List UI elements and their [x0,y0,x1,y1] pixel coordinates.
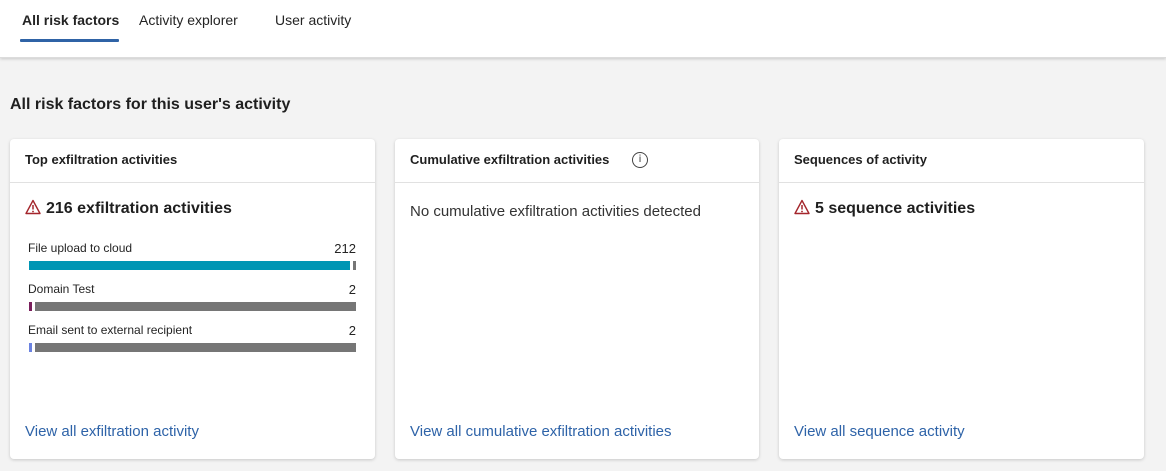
empty-state-message: No cumulative exfiltration activities de… [410,203,701,220]
bar-track [29,302,356,311]
sequence-count-headline: 5 sequence activities [815,200,976,217]
exfiltration-bar-row: File upload to cloud 212 [28,241,356,275]
tab-bar: All risk factors Activity explorer User … [0,0,1166,58]
card-header: Cumulative exfiltration activities i [395,139,759,183]
bar-label: Domain Test [28,282,95,296]
bar-track [29,261,356,270]
tab-all-risk-factors[interactable]: All risk factors [22,12,119,42]
card-title: Top exfiltration activities [25,152,178,167]
view-all-exfiltration-link[interactable]: View all exfiltration activity [25,423,199,440]
section-title: All risk factors for this user's activit… [10,96,291,113]
bar-separator [32,343,35,352]
bar-value: 2 [348,282,356,297]
card-title: Sequences of activity [794,152,927,167]
tab-activity-explorer[interactable]: Activity explorer [139,12,238,42]
card-header: Top exfiltration activities [10,139,375,183]
active-tab-indicator [20,39,119,42]
bar-separator [32,302,35,311]
bar-track [29,343,356,352]
card-header: Sequences of activity [779,139,1144,183]
view-all-sequence-link[interactable]: View all sequence activity [794,423,965,440]
bar-label: File upload to cloud [28,241,133,255]
bar-value: 212 [334,241,356,256]
card-top-exfiltration: Top exfiltration activities 216 exfiltra… [10,139,375,459]
bar-value: 2 [348,323,356,338]
card-title: Cumulative exfiltration activities [410,152,610,167]
card-cumulative-exfiltration: Cumulative exfiltration activities i No … [395,139,759,459]
exfiltration-count-headline: 216 exfiltration activities [46,200,232,217]
warning-icon [794,199,810,215]
bar-separator [350,261,353,270]
bar-fill [29,261,350,270]
tab-user-activity[interactable]: User activity [275,12,351,42]
view-all-cumulative-link[interactable]: View all cumulative exfiltration activit… [410,423,672,440]
exfiltration-bar-row: Domain Test 2 [28,282,356,316]
info-icon[interactable]: i [632,152,648,168]
warning-icon [25,199,41,215]
exfiltration-bar-row: Email sent to external recipient 2 [28,323,356,357]
bar-label: Email sent to external recipient [28,323,193,337]
card-sequences: Sequences of activity 5 sequence activit… [779,139,1144,459]
